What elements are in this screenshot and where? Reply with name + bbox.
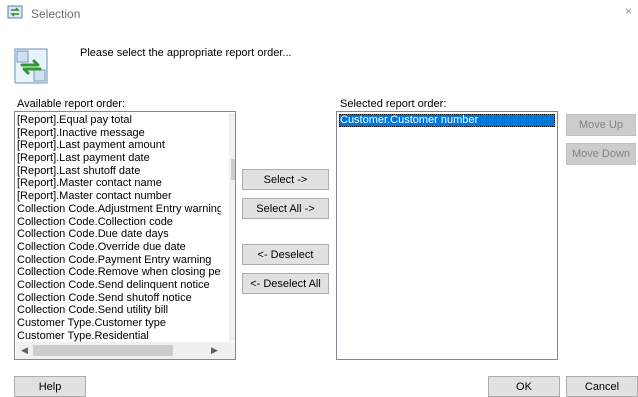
horizontal-scroll-thumb[interactable] bbox=[33, 345, 173, 356]
list-item[interactable]: Collection Code.Send delinquent notice bbox=[17, 279, 221, 292]
list-item[interactable]: Customer Type.Residential bbox=[17, 330, 221, 342]
vertical-scroll-thumb[interactable] bbox=[231, 159, 235, 180]
move-down-button[interactable]: Move Down bbox=[566, 143, 636, 165]
list-item[interactable]: Customer Type.Customer type bbox=[17, 317, 221, 330]
deselect-button[interactable]: <- Deselect bbox=[242, 244, 329, 265]
select-all-button[interactable]: Select All -> bbox=[242, 198, 329, 219]
scroll-down-icon[interactable]: ▼ bbox=[229, 327, 235, 337]
move-up-button[interactable]: Move Up bbox=[566, 114, 636, 136]
list-item[interactable]: Collection Code.Send shutoff notice bbox=[17, 292, 221, 305]
available-report-order-list[interactable]: [Report].Equal pay total [Report].Inacti… bbox=[14, 111, 236, 360]
list-item[interactable]: Collection Code.Due date days bbox=[17, 228, 221, 241]
list-item[interactable]: Collection Code.Collection code bbox=[17, 216, 221, 229]
list-item[interactable]: [Report].Equal pay total bbox=[17, 114, 221, 127]
list-item[interactable]: [Report].Master contact number bbox=[17, 190, 221, 203]
ok-button[interactable]: OK bbox=[488, 376, 560, 397]
list-item[interactable]: Collection Code.Remove when closing peri… bbox=[17, 266, 221, 279]
list-item-selected[interactable]: Customer.Customer number bbox=[339, 114, 555, 127]
list-item[interactable]: Collection Code.Override due date bbox=[17, 241, 221, 254]
vertical-scrollbar[interactable]: ▲ ▼ bbox=[229, 113, 235, 341]
list-item[interactable]: [Report].Master contact name bbox=[17, 177, 221, 190]
scrollbar-corner bbox=[229, 342, 235, 359]
window-title: Selection bbox=[31, 7, 81, 21]
selected-report-order-list[interactable]: Customer.Customer number bbox=[336, 111, 558, 360]
list-item[interactable]: Collection Code.Payment Entry warning bbox=[17, 254, 221, 267]
help-button[interactable]: Help bbox=[14, 376, 86, 397]
list-item[interactable]: [Report].Last payment date bbox=[17, 152, 221, 165]
scroll-up-icon[interactable]: ▲ bbox=[229, 116, 235, 126]
list-item[interactable]: [Report].Inactive message bbox=[17, 127, 221, 140]
list-item[interactable]: Collection Code.Send utility bill bbox=[17, 304, 221, 317]
list-item[interactable]: [Report].Last payment amount bbox=[17, 139, 221, 152]
horizontal-scrollbar[interactable]: ◀ ▶ bbox=[16, 342, 229, 359]
scroll-right-icon[interactable]: ▶ bbox=[206, 345, 223, 356]
cancel-button[interactable]: Cancel bbox=[566, 376, 638, 397]
select-button[interactable]: Select -> bbox=[242, 169, 329, 190]
instruction-text: Please select the appropriate report ord… bbox=[80, 47, 292, 59]
close-icon[interactable]: × bbox=[625, 4, 632, 18]
available-items: [Report].Equal pay total [Report].Inacti… bbox=[17, 114, 221, 342]
available-list-label: Available report order: bbox=[17, 98, 126, 110]
scroll-left-icon[interactable]: ◀ bbox=[16, 345, 33, 356]
list-item[interactable]: [Report].Last shutoff date bbox=[17, 165, 221, 178]
selected-list-label: Selected report order: bbox=[340, 98, 447, 110]
swap-arrows-icon bbox=[14, 48, 48, 84]
list-item[interactable]: Collection Code.Adjustment Entry warning bbox=[17, 203, 221, 216]
app-icon bbox=[7, 4, 23, 20]
deselect-all-button[interactable]: <- Deselect All bbox=[242, 273, 329, 294]
